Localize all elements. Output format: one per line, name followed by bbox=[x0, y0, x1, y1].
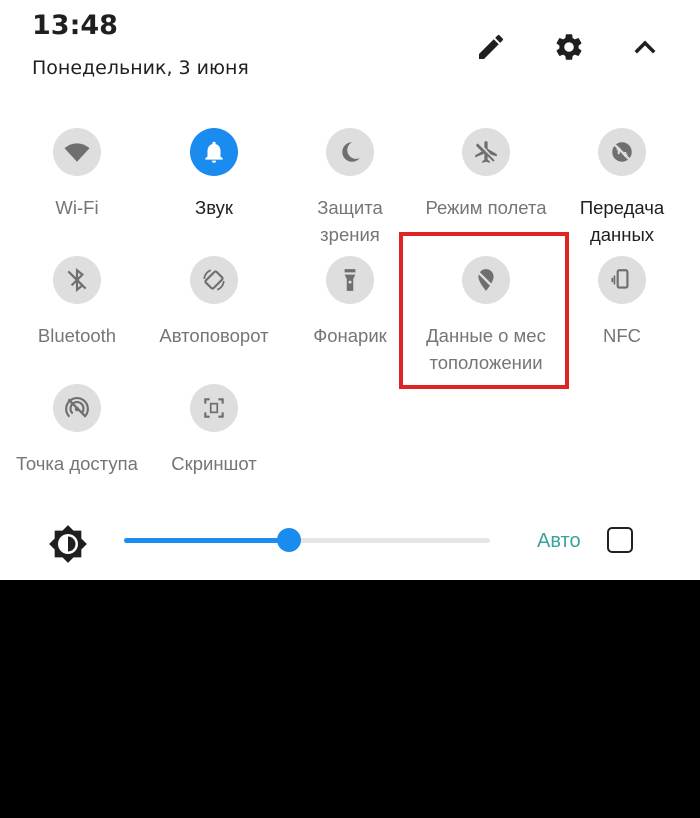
chevron-up-icon bbox=[634, 40, 656, 54]
screenshot-icon bbox=[204, 398, 224, 418]
hotspot-off-icon bbox=[65, 397, 89, 418]
tile-sound[interactable]: Звук bbox=[146, 128, 282, 221]
tile-eye-protection[interactable]: Защита зрения bbox=[282, 128, 418, 248]
eye-protection-tile-button[interactable] bbox=[326, 128, 374, 176]
tile-label: Режим полета bbox=[425, 197, 547, 218]
date-label: Понедельник, 3 июня bbox=[32, 57, 249, 79]
airplane-tile-button[interactable] bbox=[462, 128, 510, 176]
autorotate-tile-button[interactable] bbox=[190, 256, 238, 304]
data-off-icon bbox=[612, 142, 632, 162]
wifi-tile-button[interactable] bbox=[53, 128, 101, 176]
tile-label: Фонарик bbox=[313, 325, 387, 346]
brightness-slider[interactable] bbox=[124, 528, 490, 552]
airplane-off-icon bbox=[475, 141, 497, 163]
tile-bluetooth[interactable]: Bluetooth bbox=[9, 256, 145, 349]
edit-button[interactable] bbox=[472, 28, 510, 66]
tile-mobile-data[interactable]: Передача данных bbox=[554, 128, 690, 248]
tile-label: NFC bbox=[602, 325, 642, 346]
tile-label-line2: зрения bbox=[320, 224, 380, 245]
screenshot-tile-button[interactable] bbox=[190, 384, 238, 432]
quick-settings-panel: 13:48 Понедельник, 3 июня Wi-Fi Звук Защ… bbox=[0, 0, 700, 580]
flashlight-icon bbox=[344, 269, 356, 291]
brightness-slider-fill bbox=[124, 538, 289, 543]
tile-screenshot[interactable]: Скриншот bbox=[146, 384, 282, 477]
tile-label: Точка доступа bbox=[16, 453, 138, 474]
tile-flashlight[interactable]: Фонарик bbox=[282, 256, 418, 349]
clock-time: 13:48 bbox=[32, 10, 118, 41]
bluetooth-tile-button[interactable] bbox=[53, 256, 101, 304]
gear-icon bbox=[556, 34, 582, 60]
bell-icon bbox=[205, 141, 223, 163]
settings-button[interactable] bbox=[550, 28, 588, 66]
nfc-tile-button[interactable] bbox=[598, 256, 646, 304]
auto-brightness-label: Авто bbox=[537, 530, 581, 552]
tile-wifi[interactable]: Wi-Fi bbox=[9, 128, 145, 221]
tile-label: Автоповорот bbox=[159, 325, 269, 346]
tile-autorotate[interactable]: Автоповорот bbox=[146, 256, 282, 349]
tile-label: Wi-Fi bbox=[55, 197, 99, 218]
tile-label-line1: Защита bbox=[317, 197, 383, 218]
collapse-button[interactable] bbox=[626, 28, 664, 66]
flashlight-tile-button[interactable] bbox=[326, 256, 374, 304]
sound-tile-button[interactable] bbox=[190, 128, 238, 176]
tile-label-line2: данных bbox=[589, 224, 655, 245]
pencil-icon bbox=[479, 34, 504, 59]
bluetooth-off-icon bbox=[67, 267, 87, 293]
location-tile-highlight bbox=[399, 232, 569, 389]
hotspot-tile-button[interactable] bbox=[53, 384, 101, 432]
tile-label: Bluetooth bbox=[37, 325, 117, 346]
tile-airplane[interactable]: Режим полета bbox=[418, 128, 554, 221]
moon-icon bbox=[342, 142, 360, 162]
brightness-slider-thumb[interactable] bbox=[276, 528, 301, 552]
brightness-icon bbox=[49, 525, 87, 563]
tile-label: Звук bbox=[195, 197, 233, 218]
auto-brightness-checkbox[interactable] bbox=[607, 527, 633, 553]
tile-hotspot[interactable]: Точка доступа bbox=[9, 384, 145, 477]
mobile-data-tile-button[interactable] bbox=[598, 128, 646, 176]
wifi-icon bbox=[64, 143, 90, 162]
tile-nfc[interactable]: NFC bbox=[554, 256, 690, 349]
nfc-phone-icon bbox=[611, 269, 629, 289]
tile-label-line1: Передача bbox=[579, 197, 665, 218]
tile-label: Скриншот bbox=[171, 453, 257, 474]
screen-rotation-icon bbox=[203, 269, 225, 291]
